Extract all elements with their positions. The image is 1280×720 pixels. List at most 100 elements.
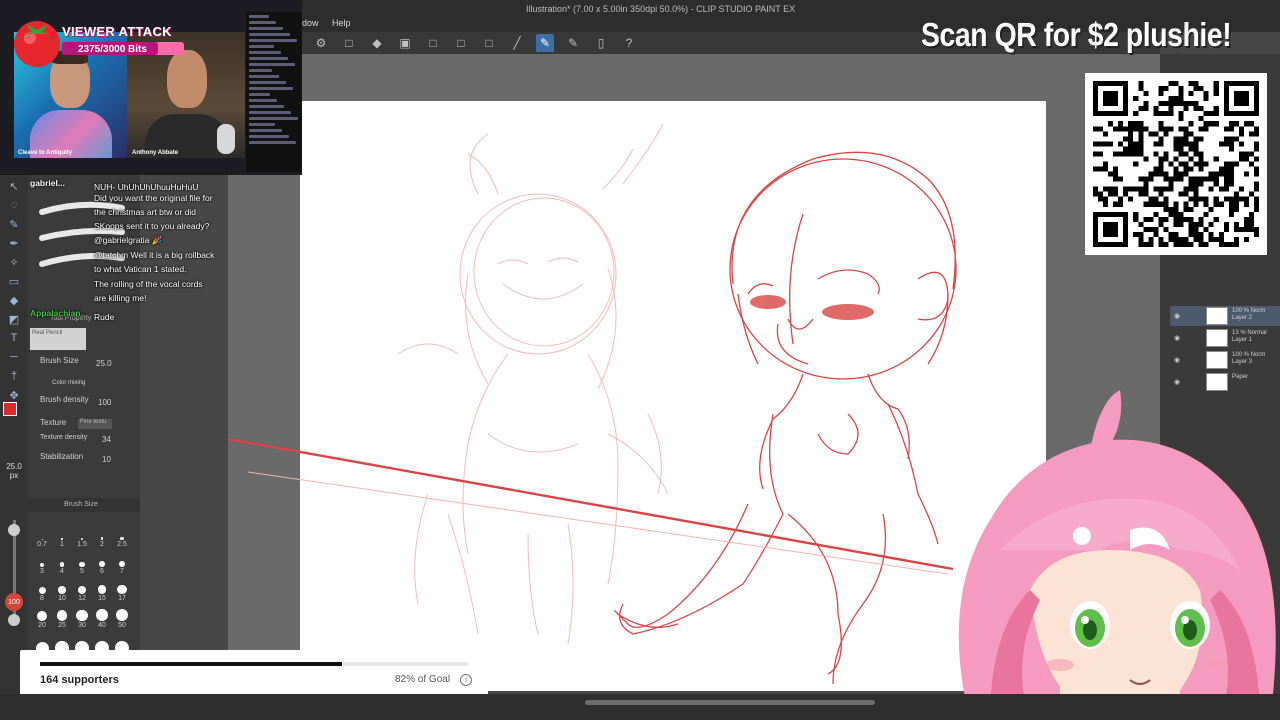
layer-opacity-mode: 100 % Norm [1232, 308, 1266, 314]
horizontal-scrollbar[interactable] [585, 700, 875, 705]
info-icon[interactable]: i [460, 674, 472, 686]
qr-code[interactable] [1093, 81, 1259, 247]
chat-username[interactable]: gabriel... [30, 176, 86, 190]
mini-chat-line [249, 117, 298, 120]
page-icon[interactable]: ▯ [592, 34, 610, 52]
brush-size-label: 50 [118, 622, 126, 629]
brush-size-preset[interactable]: 30 [72, 605, 92, 629]
eye-icon[interactable]: ◉ [1174, 334, 1180, 342]
help-icon[interactable]: ? [620, 34, 638, 52]
promo-text: Scan QR for $2 plushie! [921, 16, 1232, 53]
fill-icon[interactable]: ◆ [368, 34, 386, 52]
brush-size-preset[interactable]: 4 [52, 551, 72, 575]
color-mixing-label[interactable]: Color mixing [52, 380, 85, 386]
chat-username[interactable]: Appalachian... [30, 306, 86, 320]
brush-size-label: 15 [98, 595, 106, 602]
brush-size-preset[interactable]: 1 [52, 524, 72, 548]
frame-icon[interactable]: ▣ [396, 34, 414, 52]
brush-density-value[interactable]: 100 [98, 398, 111, 407]
brush-size-preset[interactable]: 12 [72, 578, 92, 602]
mini-chat-line [249, 99, 277, 102]
blank-icon[interactable]: □ [340, 34, 358, 52]
goal-progress-fill [40, 662, 342, 666]
chat-message: to what Vatican 1 stated. [94, 262, 186, 276]
brush-size-preset[interactable]: 2 [92, 524, 112, 548]
brush-size-preset[interactable]: 5 [72, 551, 92, 575]
brush-size-preset[interactable]: 17 [112, 578, 132, 602]
brush-size-label: 7 [120, 568, 124, 575]
layer-row[interactable]: ◉ 100 % Norm Layer 3 [1170, 350, 1280, 370]
brush-size-dot [59, 562, 65, 567]
layer-name: Layer 3 [1232, 359, 1253, 365]
eye-icon[interactable]: ◉ [1174, 378, 1180, 386]
brush-size-preset[interactable]: 15 [92, 578, 112, 602]
brush-size-preset[interactable]: 50 [112, 605, 132, 629]
texture-density-label: Texture density [40, 434, 88, 441]
eyedropper-icon[interactable]: † [4, 370, 24, 384]
main-color-swatch[interactable] [3, 402, 17, 416]
brush-size-preset[interactable]: 6 [92, 551, 112, 575]
gradient-icon[interactable]: ◩ [4, 313, 24, 327]
chat-message: SKoops sent it to you already? [94, 219, 209, 233]
brush-size-preset[interactable]: 20 [32, 605, 52, 629]
brush-size-dot [58, 586, 66, 594]
layer-row[interactable]: ◉ 100 % Norm Layer 2 [1170, 306, 1280, 326]
blank-icon[interactable]: □ [424, 34, 442, 52]
brush-size-preset[interactable]: 1.5 [72, 524, 92, 548]
gear-icon[interactable]: ⚙ [312, 34, 330, 52]
eye-icon[interactable]: ◉ [1174, 312, 1180, 320]
brush-size-dot [56, 610, 68, 621]
text-tool-icon[interactable]: T [4, 332, 24, 346]
ruler-icon[interactable]: ─ [4, 351, 24, 365]
mini-chat-line [249, 21, 276, 24]
brush-size-value[interactable]: 25.0 [96, 359, 112, 368]
fill-tool-icon[interactable]: ◆ [4, 294, 24, 308]
brush-size-preset[interactable]: 40 [92, 605, 112, 629]
menu-window[interactable]: dow [302, 18, 319, 28]
blank-icon[interactable]: □ [452, 34, 470, 52]
texture-density-value[interactable]: 34 [102, 435, 111, 444]
airbrush-icon[interactable]: ✧ [4, 256, 24, 270]
layer-name: Paper [1232, 374, 1249, 380]
pen-tool-icon[interactable]: ✎ [4, 218, 24, 232]
brush-preview: Real Pencil [30, 328, 86, 350]
layer-row[interactable]: ◉ 13 % Normal Layer 1 [1170, 328, 1280, 348]
brush-tool-icon[interactable]: ✒ [4, 237, 24, 251]
brush-size-dot [96, 609, 108, 621]
move-icon[interactable]: ✥ [4, 389, 24, 403]
brush-size-preset[interactable]: 0.7 [32, 524, 52, 548]
eye-icon[interactable]: ◉ [1174, 356, 1180, 364]
bits-count: 2375/3000 Bits [78, 44, 147, 55]
brush-size-preset[interactable]: 7 [112, 551, 132, 575]
menu-help[interactable]: Help [332, 18, 351, 28]
chat-text: to what Vatican 1 stated. [94, 264, 187, 274]
brush-size-preset[interactable]: 8 [32, 578, 52, 602]
pen-icon[interactable]: ✎ [536, 34, 554, 52]
chat-text: @tatchm Well it is a big rollback [94, 250, 215, 260]
stabilization-label: Stabilization [40, 452, 84, 461]
size-readout-value: 25.0 [6, 462, 22, 471]
brush-size-label: 8 [40, 595, 44, 602]
brush-size-preset[interactable]: 10 [52, 578, 72, 602]
layer-row[interactable]: ◉ Paper [1170, 372, 1280, 392]
stabilization-value[interactable]: 10 [102, 455, 111, 464]
brush-size-readout: 25.0 px [2, 462, 26, 480]
blank-icon[interactable]: □ [480, 34, 498, 52]
layer-name: Layer 2 [1232, 315, 1253, 321]
pen-icon[interactable]: ✎ [564, 34, 582, 52]
lasso-icon[interactable]: ◌ [4, 199, 24, 213]
brush-size-preset[interactable]: 25 [52, 605, 72, 629]
texture-select[interactable]: Fine textu [78, 419, 112, 429]
line-icon[interactable]: ╱ [508, 34, 526, 52]
layer-thumbnail [1206, 351, 1228, 369]
chat-message: the christmas art btw or did [94, 205, 196, 219]
select-tool-icon[interactable]: ↖ [4, 180, 24, 194]
eraser-icon[interactable]: ▭ [4, 275, 24, 289]
chat-message: are killing me! [94, 291, 146, 305]
opacity-slider-handle[interactable] [8, 614, 20, 626]
chat-message: Did you want the original file for [94, 191, 213, 205]
brush-size-preset[interactable]: 3 [32, 551, 52, 575]
chat-text: Rude [94, 312, 115, 322]
brush-size-preset[interactable]: 2.5 [112, 524, 132, 548]
size-slider-handle[interactable] [8, 524, 20, 536]
